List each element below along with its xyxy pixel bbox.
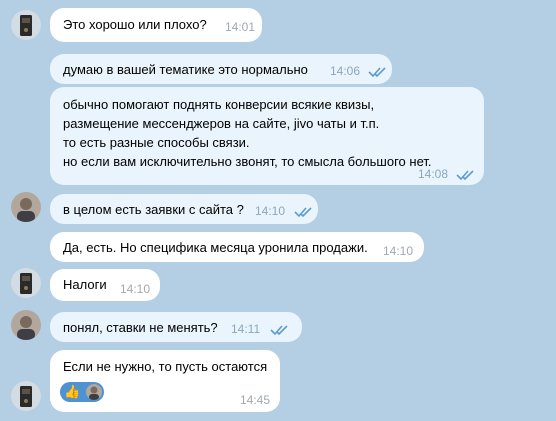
- avatar-client[interactable]: [11, 381, 41, 411]
- message-bubble[interactable]: обычно помогают поднять конверсии всякие…: [50, 87, 484, 185]
- message-line: размещение мессенджеров на сайте, jivo ч…: [63, 116, 380, 131]
- message-line: обычно помогают поднять конверсии всякие…: [63, 97, 375, 112]
- message-time: 14:45: [240, 393, 271, 407]
- message-line: то есть разные способы связи.: [63, 135, 250, 150]
- message-text: Да, есть. Но специфика месяца уронила пр…: [63, 240, 368, 255]
- client-avatar-icon: [20, 273, 32, 294]
- double-check-icon: [294, 207, 312, 218]
- reaction-badge[interactable]: 👍: [60, 382, 104, 402]
- double-check-icon: [368, 67, 386, 78]
- message-time: 14:06: [330, 64, 361, 78]
- reactor-avatar: [86, 384, 102, 400]
- client-avatar-icon: [20, 386, 32, 407]
- avatar-client[interactable]: [11, 268, 41, 298]
- message-time: 14:10: [255, 204, 286, 218]
- avatar-manager[interactable]: [11, 192, 41, 222]
- message-time: 14:10: [383, 244, 414, 258]
- message-time: 14:01: [225, 20, 256, 34]
- message-bubble[interactable]: Это хорошо или плохо? 14:01: [50, 8, 262, 42]
- avatar-client[interactable]: [11, 10, 41, 40]
- message-text: Это хорошо или плохо?: [63, 17, 207, 32]
- double-check-icon: [456, 170, 474, 181]
- message-text: Налоги: [63, 277, 107, 292]
- client-avatar-icon: [20, 15, 32, 36]
- message-time: 14:08: [418, 167, 449, 181]
- message-bubble[interactable]: в целом есть заявки с сайта ? 14:10: [50, 194, 318, 224]
- message-bubble[interactable]: Да, есть. Но специфика месяца уронила пр…: [50, 232, 424, 262]
- thumbs-up-icon: 👍: [64, 384, 81, 399]
- message-text: понял, ставки не менять?: [63, 320, 218, 335]
- message-time: 14:10: [120, 282, 151, 296]
- message-line: но если вам исключительно звонят, то смы…: [63, 154, 432, 169]
- manager-avatar-icon: [17, 316, 35, 340]
- double-check-icon: [270, 325, 288, 336]
- message-bubble[interactable]: думаю в вашей тематике это нормально 14:…: [50, 54, 392, 84]
- reactor-avatar-icon: [89, 386, 99, 400]
- manager-avatar-icon: [17, 198, 35, 222]
- message-bubble[interactable]: Если не нужно, то пусть остаются 👍 14:45: [50, 350, 280, 412]
- message-text: думаю в вашей тематике это нормально: [63, 62, 308, 77]
- message-text: в целом есть заявки с сайта ?: [63, 202, 244, 217]
- message-text: Если не нужно, то пусть остаются: [63, 359, 268, 374]
- avatar-manager[interactable]: [11, 310, 41, 340]
- message-time: 14:11: [231, 322, 261, 336]
- message-bubble[interactable]: понял, ставки не менять? 14:11: [50, 312, 302, 342]
- message-bubble[interactable]: Налоги 14:10: [50, 269, 160, 301]
